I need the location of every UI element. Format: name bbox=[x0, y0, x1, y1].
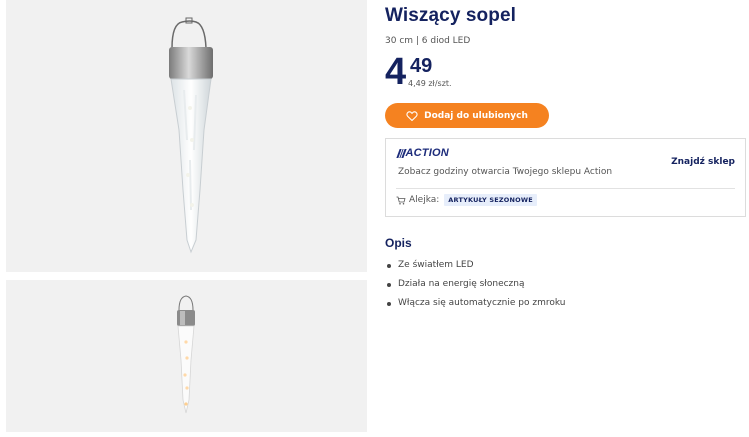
unit-price: 4,49 zł/szt. bbox=[408, 79, 452, 88]
action-logo-text: ACTION bbox=[405, 147, 449, 159]
add-to-favorites-button[interactable]: Dodaj do ulubionych bbox=[385, 103, 549, 128]
description-list: Ze światłem LED Działa na energię słonec… bbox=[385, 256, 746, 313]
divider bbox=[396, 188, 735, 189]
product-image-main[interactable] bbox=[6, 0, 367, 272]
product-image-thumbnail[interactable] bbox=[6, 280, 367, 432]
product-subtitle: 30 cm | 6 diod LED bbox=[385, 36, 471, 46]
price-decimal: 49 bbox=[410, 55, 433, 77]
product-info: Wiszący sopel 30 cm | 6 diod LED 4 49 4,… bbox=[385, 5, 746, 95]
aisle-badge: ARTYKUŁY SEZONOWE bbox=[444, 194, 537, 206]
icicle-lamp-image bbox=[169, 17, 213, 254]
description-section: Opis Ze światłem LED Działa na energię s… bbox=[385, 236, 746, 313]
aisle-info: Alejka: ARTYKUŁY SEZONOWE bbox=[396, 194, 537, 206]
list-item: Włącza się automatycznie po zmroku bbox=[385, 294, 746, 313]
cart-icon bbox=[396, 196, 406, 204]
aisle-label: Alejka: bbox=[409, 195, 440, 205]
price: 4 49 4,49 zł/szt. bbox=[385, 53, 746, 95]
find-store-link[interactable]: Znajdź sklep bbox=[671, 157, 735, 167]
store-hours-text: Zobacz godziny otwarcia Twojego sklepu A… bbox=[398, 167, 613, 177]
icicle-lamp-lit-image bbox=[177, 295, 195, 414]
store-info-box: ACTION Znajdź sklep Zobacz godziny otwar… bbox=[385, 138, 746, 217]
list-item: Ze światłem LED bbox=[385, 256, 746, 275]
product-gallery bbox=[6, 0, 367, 432]
list-item: Działa na energię słoneczną bbox=[385, 275, 746, 294]
description-title: Opis bbox=[385, 236, 412, 250]
add-to-favorites-label: Dodaj do ulubionych bbox=[424, 110, 528, 121]
product-title: Wiszący sopel bbox=[385, 5, 517, 26]
heart-icon bbox=[406, 110, 418, 121]
action-logo: ACTION bbox=[396, 147, 449, 159]
price-integer: 4 bbox=[385, 51, 407, 93]
